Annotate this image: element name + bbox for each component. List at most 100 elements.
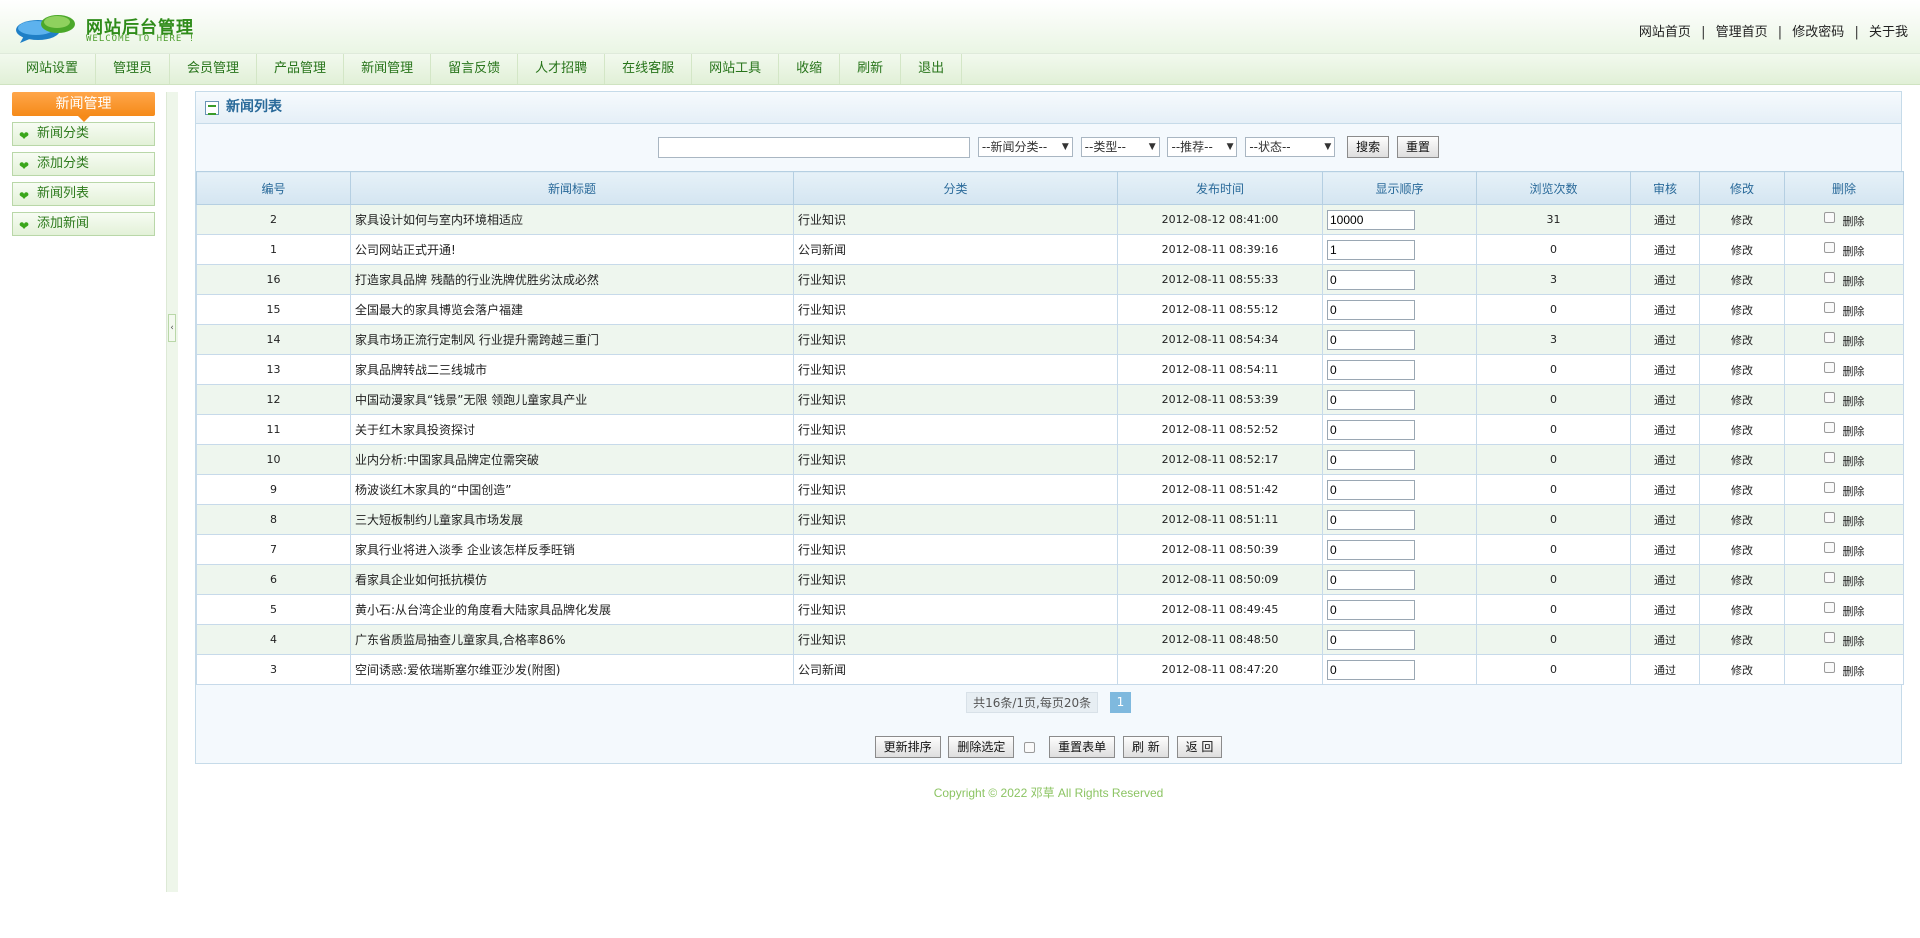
- sidebar-item-add-news[interactable]: ❤ 添加新闻: [12, 212, 155, 236]
- row-select-checkbox[interactable]: [1823, 362, 1835, 373]
- nav-item-members[interactable]: 会员管理: [170, 54, 258, 84]
- cell-audit[interactable]: 通过: [1630, 294, 1700, 325]
- display-order-input[interactable]: [1327, 479, 1415, 500]
- cell-title[interactable]: 公司网站正式开通!: [350, 234, 794, 265]
- cell-edit[interactable]: 修改: [1699, 384, 1785, 415]
- cell-audit[interactable]: 通过: [1630, 504, 1700, 535]
- row-select-checkbox[interactable]: [1823, 392, 1835, 403]
- cell-audit[interactable]: 通过: [1630, 654, 1700, 685]
- cell-edit[interactable]: 修改: [1699, 234, 1785, 265]
- cell-title[interactable]: 业内分析:中国家具品牌定位需突破: [350, 444, 794, 475]
- display-order-input[interactable]: [1327, 269, 1415, 290]
- refresh-button[interactable]: 刷 新: [1122, 736, 1169, 758]
- display-order-input[interactable]: [1327, 569, 1415, 590]
- row-select-checkbox[interactable]: [1823, 212, 1835, 223]
- cell-audit[interactable]: 通过: [1630, 384, 1700, 415]
- cell-title[interactable]: 家具设计如何与室内环境相适应: [350, 204, 794, 235]
- cell-audit[interactable]: 通过: [1630, 354, 1700, 385]
- cell-edit[interactable]: 修改: [1699, 564, 1785, 595]
- select-all-checkbox[interactable]: [1024, 741, 1036, 753]
- search-input[interactable]: [658, 136, 970, 158]
- back-button[interactable]: 返 回: [1176, 736, 1223, 758]
- nav-item-administrators[interactable]: 管理员: [96, 54, 171, 84]
- row-select-checkbox[interactable]: [1823, 572, 1835, 583]
- row-select-checkbox[interactable]: [1823, 482, 1835, 493]
- display-order-input[interactable]: [1327, 389, 1415, 410]
- cell-title[interactable]: 全国最大的家具博览会落户福建: [350, 294, 794, 325]
- nav-item-news[interactable]: 新闻管理: [344, 54, 432, 84]
- cell-audit[interactable]: 通过: [1630, 234, 1700, 265]
- cell-audit[interactable]: 通过: [1630, 624, 1700, 655]
- delete-selected-button[interactable]: 删除选定: [948, 736, 1015, 758]
- cell-edit[interactable]: 修改: [1699, 534, 1785, 565]
- nav-item-site-tools[interactable]: 网站工具: [692, 54, 780, 84]
- cell-title[interactable]: 广东省质监局抽查儿童家具,合格率86%: [350, 624, 794, 655]
- sidebar-item-add-category[interactable]: ❤ 添加分类: [12, 152, 155, 176]
- cell-title[interactable]: 空间诱惑:爱依瑞斯塞尔维亚沙发(附图): [350, 654, 794, 685]
- cell-edit[interactable]: 修改: [1699, 624, 1785, 655]
- cell-audit[interactable]: 通过: [1630, 414, 1700, 445]
- cell-title[interactable]: 家具行业将进入淡季 企业该怎样反季旺销: [350, 534, 794, 565]
- delete-label[interactable]: 删除: [1843, 485, 1865, 498]
- page-number-button[interactable]: 1: [1109, 692, 1131, 713]
- delete-label[interactable]: 删除: [1843, 305, 1865, 318]
- update-order-button[interactable]: 更新排序: [874, 736, 941, 758]
- cell-audit[interactable]: 通过: [1630, 474, 1700, 505]
- delete-label[interactable]: 删除: [1843, 455, 1865, 468]
- display-order-input[interactable]: [1327, 359, 1415, 380]
- row-select-checkbox[interactable]: [1823, 602, 1835, 613]
- reset-form-button[interactable]: 重置表单: [1049, 736, 1116, 758]
- nav-item-products[interactable]: 产品管理: [257, 54, 345, 84]
- row-select-checkbox[interactable]: [1823, 512, 1835, 523]
- cell-audit[interactable]: 通过: [1630, 444, 1700, 475]
- delete-label[interactable]: 删除: [1843, 515, 1865, 528]
- collapse-sidebar-handle[interactable]: ‹: [168, 314, 176, 342]
- nav-item-site-settings[interactable]: 网站设置: [0, 54, 97, 84]
- display-order-input[interactable]: [1327, 329, 1415, 350]
- cell-edit[interactable]: 修改: [1699, 204, 1785, 235]
- delete-label[interactable]: 删除: [1843, 395, 1865, 408]
- display-order-input[interactable]: [1327, 209, 1415, 230]
- row-select-checkbox[interactable]: [1823, 542, 1835, 553]
- display-order-input[interactable]: [1327, 539, 1415, 560]
- display-order-input[interactable]: [1327, 599, 1415, 620]
- type-select[interactable]: --类型-- ▼: [1080, 137, 1160, 157]
- cell-title[interactable]: 三大短板制约儿童家具市场发展: [350, 504, 794, 535]
- cell-edit[interactable]: 修改: [1699, 504, 1785, 535]
- nav-item-collapse[interactable]: 收缩: [779, 54, 841, 84]
- delete-label[interactable]: 删除: [1843, 635, 1865, 648]
- top-link-site-home[interactable]: 网站首页: [1639, 25, 1691, 40]
- display-order-input[interactable]: [1327, 299, 1415, 320]
- recommend-select[interactable]: --推荐-- ▼: [1167, 137, 1238, 157]
- nav-item-recruitment[interactable]: 人才招聘: [518, 54, 606, 84]
- nav-item-feedback[interactable]: 留言反馈: [431, 54, 519, 84]
- delete-label[interactable]: 删除: [1843, 335, 1865, 348]
- cell-title[interactable]: 杨波谈红木家具的“中国创造”: [350, 474, 794, 505]
- delete-label[interactable]: 删除: [1843, 425, 1865, 438]
- cell-edit[interactable]: 修改: [1699, 474, 1785, 505]
- display-order-input[interactable]: [1327, 659, 1415, 680]
- cell-edit[interactable]: 修改: [1699, 414, 1785, 445]
- cell-title[interactable]: 关于红木家具投资探讨: [350, 414, 794, 445]
- top-link-about[interactable]: 关于我: [1869, 25, 1908, 40]
- cell-audit[interactable]: 通过: [1630, 564, 1700, 595]
- cell-edit[interactable]: 修改: [1699, 444, 1785, 475]
- top-link-admin-home[interactable]: 管理首页: [1716, 25, 1768, 40]
- cell-edit[interactable]: 修改: [1699, 294, 1785, 325]
- cell-audit[interactable]: 通过: [1630, 594, 1700, 625]
- row-select-checkbox[interactable]: [1823, 332, 1835, 343]
- delete-label[interactable]: 删除: [1843, 605, 1865, 618]
- delete-label[interactable]: 删除: [1843, 245, 1865, 258]
- cell-edit[interactable]: 修改: [1699, 594, 1785, 625]
- delete-label[interactable]: 删除: [1843, 215, 1865, 228]
- display-order-input[interactable]: [1327, 629, 1415, 650]
- row-select-checkbox[interactable]: [1823, 272, 1835, 283]
- status-select[interactable]: --状态-- ▼: [1245, 137, 1336, 157]
- cell-audit[interactable]: 通过: [1630, 324, 1700, 355]
- top-link-change-password[interactable]: 修改密码: [1792, 25, 1844, 40]
- delete-label[interactable]: 删除: [1843, 665, 1865, 678]
- cell-title[interactable]: 家具品牌转战二三线城市: [350, 354, 794, 385]
- delete-label[interactable]: 删除: [1843, 545, 1865, 558]
- row-select-checkbox[interactable]: [1823, 422, 1835, 433]
- cell-edit[interactable]: 修改: [1699, 354, 1785, 385]
